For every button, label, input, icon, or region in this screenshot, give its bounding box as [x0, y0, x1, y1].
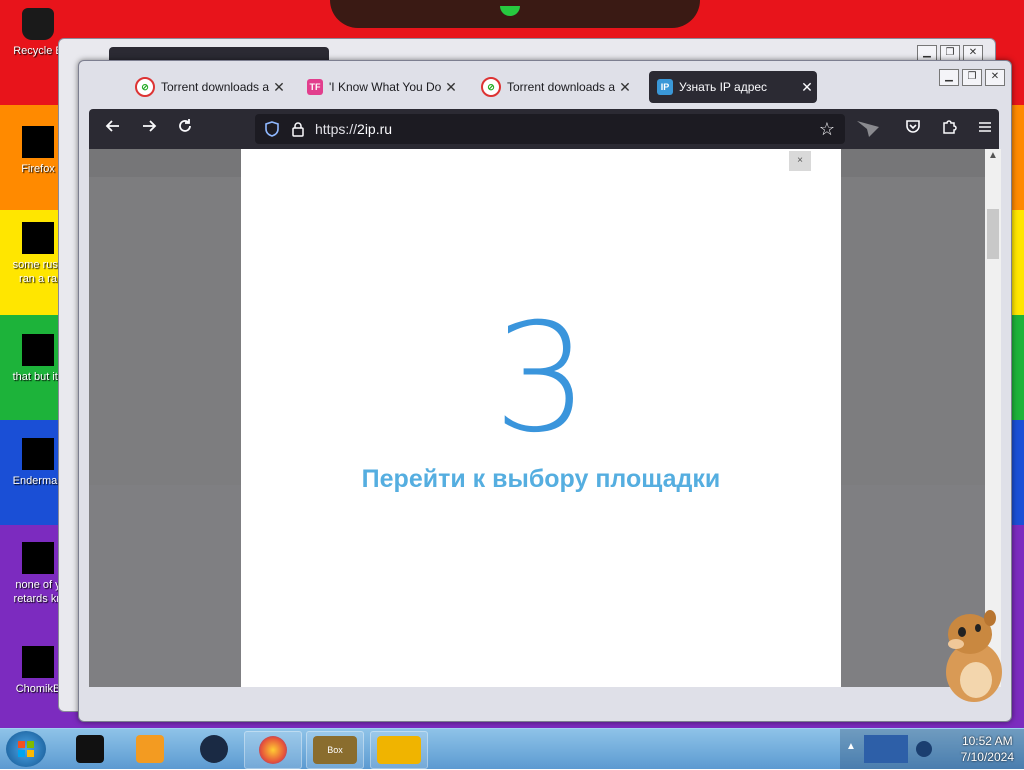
- taskbar: Box ▲ 10:52 AM 7/10/2024: [0, 728, 1024, 769]
- countdown-modal: × 3 Перейти к выбору площадки: [241, 149, 841, 687]
- tab-title: Torrent downloads and: [507, 80, 615, 94]
- tab-close-icon[interactable]: ✕: [615, 79, 635, 96]
- app-menu-button[interactable]: [973, 117, 997, 141]
- tab-torrent-1[interactable]: ⊘ Torrent downloads and ✕: [127, 71, 289, 103]
- volume-tray-icon[interactable]: [916, 741, 932, 757]
- tf-favicon-icon: TF: [307, 79, 323, 95]
- tab-bar: ⊘ Torrent downloads and ✕ TF 'I Know Wha…: [89, 69, 949, 107]
- countdown-number: 3: [493, 292, 589, 466]
- folder-icon: [377, 736, 421, 764]
- taskbar-firefox-app[interactable]: [244, 731, 302, 769]
- document-shortcut-icon: [22, 222, 54, 254]
- url-text[interactable]: https://2ip.ru: [315, 121, 819, 137]
- scrollbar-thumb[interactable]: [987, 209, 999, 259]
- tab-title: Узнать IP адрес: [679, 80, 768, 94]
- extensions-button[interactable]: [937, 117, 961, 141]
- taskbar-globe-app[interactable]: [186, 731, 242, 767]
- windows-logo-icon: [18, 741, 34, 757]
- recycle-bin-icon: [22, 8, 54, 40]
- send-tab-button[interactable]: [853, 117, 883, 141]
- media-shortcut-icon: [22, 542, 54, 574]
- terminal-icon: [76, 735, 104, 763]
- enderman-shortcut-icon: [22, 438, 54, 470]
- ip-favicon-icon: IP: [657, 79, 673, 95]
- back-button[interactable]: [101, 117, 125, 141]
- clock-date: 7/10/2024: [960, 750, 1014, 764]
- page-content: × 3 Перейти к выбору площадки: [89, 149, 985, 687]
- system-tray: ▲ 10:52 AM 7/10/2024: [840, 729, 1024, 769]
- pocket-icon: [906, 120, 920, 133]
- tracking-protection-shield-icon[interactable]: [263, 120, 281, 138]
- tab-title: 'I Know What You Dow: [329, 80, 441, 94]
- lock-icon[interactable]: [291, 121, 305, 137]
- close-button[interactable]: ✕: [985, 69, 1005, 86]
- reload-button[interactable]: [173, 117, 197, 141]
- puzzle-piece-icon: [943, 120, 957, 134]
- box-game-icon: Box: [313, 736, 357, 764]
- bookmark-star-icon[interactable]: ☆: [819, 119, 835, 140]
- globe-icon: [200, 735, 228, 763]
- hamburger-menu-icon: [979, 122, 991, 132]
- navigation-toolbar: https://2ip.ru ☆: [89, 109, 999, 149]
- pocket-button[interactable]: [901, 117, 925, 141]
- clock-time: 10:52 AM: [961, 734, 1013, 748]
- taskbar-media-player-app[interactable]: [122, 731, 178, 767]
- tab-close-icon[interactable]: ✕: [441, 79, 461, 96]
- network-tray-icon[interactable]: [864, 735, 908, 763]
- media-player-icon: [136, 735, 164, 763]
- reload-icon: [179, 119, 191, 132]
- tab-close-icon[interactable]: ✕: [797, 79, 817, 96]
- taskbar-terminal-app[interactable]: [62, 731, 118, 767]
- show-hidden-icons-icon[interactable]: ▲: [846, 741, 856, 752]
- maximize-button[interactable]: ❐: [962, 69, 982, 86]
- scroll-up-arrow-icon[interactable]: ▲: [985, 149, 1001, 163]
- wallpaper-creature-top: [330, 0, 700, 28]
- forward-button[interactable]: [137, 117, 161, 141]
- clock[interactable]: 10:52 AM 7/10/2024: [961, 733, 1014, 765]
- choose-platform-link[interactable]: Перейти к выбору площадки: [241, 465, 841, 494]
- modal-close-button[interactable]: ×: [789, 151, 811, 171]
- tab-2ip-active[interactable]: IP Узнать IP адрес ✕: [649, 71, 817, 103]
- torrent-favicon-icon: ⊘: [135, 77, 155, 97]
- forward-arrow-icon: [143, 120, 157, 132]
- start-button[interactable]: [6, 731, 46, 767]
- tab-close-icon[interactable]: ✕: [269, 79, 289, 96]
- browser-window: ▁ ❐ ✕ ⊘ Torrent downloads and ✕ TF 'I Kn…: [78, 60, 1012, 722]
- torrent-favicon-icon: ⊘: [481, 77, 501, 97]
- firefox-shortcut-icon: [22, 126, 54, 158]
- tab-torrent-2[interactable]: ⊘ Torrent downloads and ✕: [473, 71, 635, 103]
- url-host: 2ip.ru: [357, 121, 393, 137]
- taskbar-box-game-app[interactable]: Box: [306, 731, 364, 769]
- files-shortcut-icon: [22, 334, 54, 366]
- url-scheme: https://: [315, 121, 358, 137]
- paper-plane-icon: [857, 121, 879, 137]
- tab-title: Torrent downloads and: [161, 80, 269, 94]
- tab-i-know-what-you-download[interactable]: TF 'I Know What You Dow ✕: [299, 71, 461, 103]
- url-bar[interactable]: https://2ip.ru ☆: [255, 114, 845, 144]
- back-arrow-icon: [105, 120, 119, 132]
- hamster-mascot-icon: [946, 610, 1002, 702]
- chomikbox-shortcut-icon: [22, 646, 54, 678]
- taskbar-folder-app[interactable]: [370, 731, 428, 769]
- firefox-icon: [259, 736, 287, 764]
